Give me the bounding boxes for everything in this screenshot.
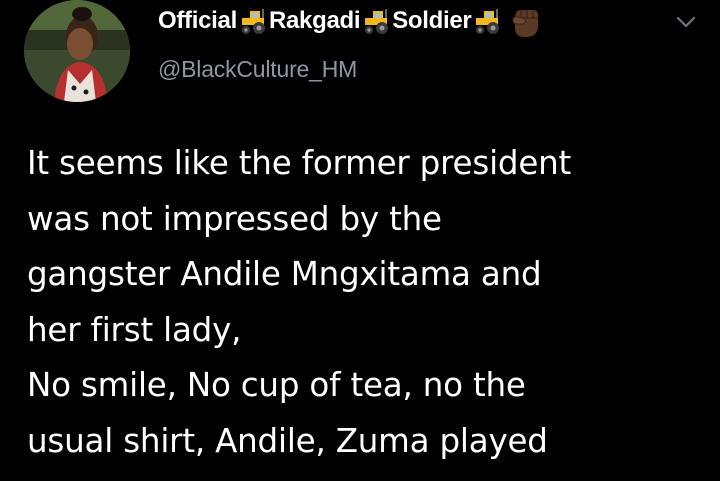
chevron-down-icon xyxy=(676,16,696,28)
tweet-text-line: was not impressed by the xyxy=(27,199,442,238)
tweet-text-line: gangster Andile Mngxitama and xyxy=(27,255,542,293)
raised-fist-icon xyxy=(512,10,539,37)
tweet-text-line: usual shirt, Andile, Zuma played xyxy=(27,421,548,460)
display-name-part-3: Soldier xyxy=(392,7,472,34)
user-handle[interactable]: @BlackCulture_HM xyxy=(158,56,357,83)
avatar-photo xyxy=(24,0,130,102)
tweet-menu-button[interactable] xyxy=(674,12,698,32)
display-name-part-2: Rakgadi xyxy=(268,7,361,34)
avatar[interactable] xyxy=(24,0,130,102)
tweet-text-line: No smile, No cup of tea, no the xyxy=(27,366,526,404)
display-name-part-1: Official xyxy=(158,7,237,34)
tractor-icon xyxy=(241,9,265,34)
tweet-text-line: It seems like the former president xyxy=(27,144,572,182)
display-name[interactable]: Official Rakgadi Soldier xyxy=(158,4,542,38)
tweet-card: Official Rakgadi Soldier @BlackCulture_H… xyxy=(0,0,720,481)
tractor-icon xyxy=(365,9,389,34)
tweet-text-line: her first lady, xyxy=(27,310,242,349)
tweet-text: It seems like the former president was n… xyxy=(27,136,717,469)
tractor-icon xyxy=(476,9,500,34)
